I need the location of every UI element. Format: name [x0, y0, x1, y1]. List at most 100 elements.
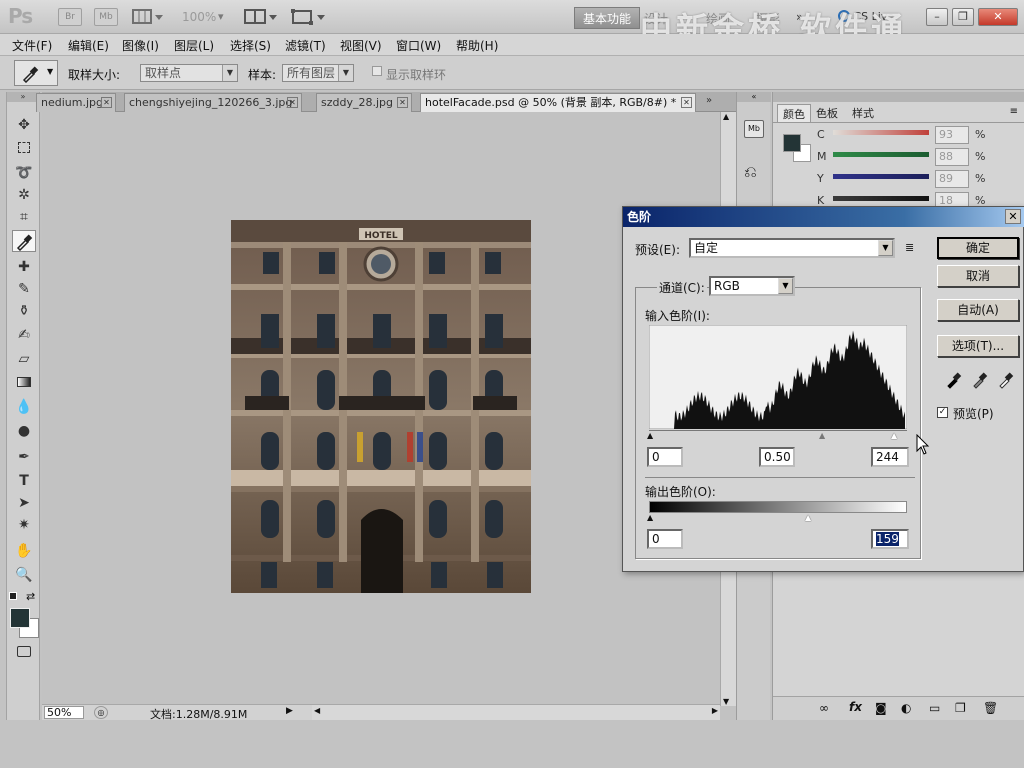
menu-filter[interactable]: 滤镜(T) — [285, 37, 326, 54]
foreground-color-swatch[interactable] — [10, 608, 30, 628]
dialog-title-bar[interactable]: 色阶 — [623, 207, 1024, 227]
menu-view[interactable]: 视图(V) — [340, 37, 382, 54]
clone-stamp-tool-icon[interactable]: ⚱ — [12, 300, 36, 322]
view-extras-icon[interactable] — [132, 8, 164, 28]
sample-size-select[interactable]: 取样点 ▼ — [140, 64, 238, 82]
gray-eyedropper-icon[interactable] — [971, 371, 989, 389]
pen-tool-icon[interactable]: ✒ — [12, 446, 36, 468]
ok-button[interactable]: 确定 — [937, 237, 1019, 259]
close-icon[interactable]: ✕ — [681, 97, 692, 108]
new-layer-icon[interactable]: ❐ — [955, 701, 966, 715]
preset-select[interactable]: 自定 ▼ — [689, 238, 895, 258]
close-icon[interactable]: ✕ — [397, 97, 408, 108]
magenta-slider[interactable] — [833, 152, 929, 157]
healing-brush-tool-icon[interactable]: ✚ — [12, 256, 36, 278]
panel-menu-icon[interactable]: ≡ — [1010, 106, 1018, 117]
show-ring-checkbox[interactable] — [372, 66, 382, 76]
menu-layer[interactable]: 图层(L) — [174, 37, 214, 54]
options-button[interactable]: 选项(T)... — [937, 335, 1019, 357]
minimize-button[interactable]: – — [926, 8, 948, 26]
magenta-value[interactable]: 88 — [935, 148, 969, 166]
arrange-documents-icon[interactable] — [244, 8, 278, 28]
cancel-button[interactable]: 取消 — [937, 265, 1019, 287]
mini-bridge-icon[interactable]: Mb — [94, 8, 118, 26]
close-icon[interactable]: ✕ — [287, 97, 298, 108]
input-gamma-handle[interactable]: ▲ — [819, 431, 825, 440]
tab-styles[interactable]: 样式 — [847, 104, 879, 122]
menu-window[interactable]: 窗口(W) — [396, 37, 441, 54]
menu-edit[interactable]: 编辑(E) — [68, 37, 109, 54]
close-window-button[interactable]: ✕ — [978, 8, 1018, 26]
output-white-handle[interactable]: ▲ — [805, 513, 811, 522]
blur-tool-icon[interactable]: 💧 — [12, 396, 36, 418]
menu-file[interactable]: 文件(F) — [12, 37, 52, 54]
sample-select[interactable]: 所有图层 ▼ — [282, 64, 354, 82]
eraser-tool-icon[interactable]: ▱ — [12, 348, 36, 370]
foreground-color-swatch[interactable] — [783, 134, 801, 152]
tab-swatches[interactable]: 色板 — [811, 104, 843, 122]
eyedropper-tool-icon[interactable] — [12, 230, 36, 252]
tab-document-active[interactable]: hotelFacade.psd @ 50% (背景 副本, RGB/8#) * … — [420, 93, 696, 112]
history-brush-tool-icon[interactable]: ✍ — [12, 324, 36, 346]
cyan-slider[interactable] — [833, 130, 929, 135]
zoom-field[interactable]: 50% — [44, 706, 84, 719]
tab-document[interactable]: nedium.jpg ✕ — [36, 93, 116, 112]
dialog-close-button[interactable]: ✕ — [1005, 209, 1021, 224]
menu-image[interactable]: 图像(I) — [122, 37, 159, 54]
yellow-value[interactable]: 89 — [935, 170, 969, 188]
input-white-point-handle[interactable]: ▲ — [891, 431, 897, 440]
horizontal-scrollbar[interactable]: ◀ ▶ — [312, 704, 720, 720]
bridge-icon[interactable]: Br — [58, 8, 82, 26]
channel-select[interactable]: RGB ▼ — [709, 276, 795, 296]
status-info-icon[interactable]: ◎ — [94, 706, 108, 719]
scroll-up-icon[interactable]: ▲ — [723, 112, 729, 121]
brush-tool-icon[interactable]: ✎ — [12, 278, 36, 300]
input-black-field[interactable]: 0 — [647, 447, 683, 467]
yellow-slider[interactable] — [833, 174, 929, 179]
screen-mode-icon[interactable] — [290, 8, 326, 28]
type-tool-icon[interactable]: T — [12, 470, 36, 492]
tool-preset-picker[interactable]: ▼ — [14, 60, 58, 86]
crop-tool-icon[interactable]: ⌗ — [12, 206, 36, 228]
workspace-essentials-button[interactable]: 基本功能 — [574, 7, 641, 29]
scroll-left-icon[interactable]: ◀ — [314, 706, 320, 715]
adjustment-layer-icon[interactable]: ◐ — [901, 701, 911, 715]
history-panel-icon[interactable]: ⎌ — [744, 162, 757, 182]
scroll-right-icon[interactable]: ▶ — [712, 706, 718, 715]
tab-document[interactable]: szddy_28.jpg ✕ — [316, 93, 412, 112]
input-gamma-field[interactable]: 0.50 — [759, 447, 795, 467]
quick-mask-icon[interactable] — [12, 642, 36, 664]
move-tool-icon[interactable]: ✥ — [12, 114, 36, 136]
group-layers-icon[interactable]: ▭ — [929, 701, 940, 715]
white-eyedropper-icon[interactable] — [997, 371, 1015, 389]
mini-bridge-panel-icon[interactable]: Mb — [744, 120, 764, 138]
menu-help[interactable]: 帮助(H) — [456, 37, 498, 54]
collapse-panel-icon[interactable]: » — [7, 92, 39, 102]
tab-color[interactable]: 颜色 — [777, 104, 811, 122]
zoom-level-select[interactable]: 100% — [182, 10, 216, 30]
delete-layer-icon[interactable]: 🗑 — [983, 701, 998, 715]
gradient-tool-icon[interactable] — [12, 372, 36, 394]
more-tabs-icon[interactable]: » — [706, 95, 712, 106]
collapse-panel-icon[interactable]: « — [737, 92, 771, 102]
menu-select[interactable]: 选择(S) — [230, 37, 271, 54]
zoom-tool-icon[interactable]: 🔍 — [12, 564, 36, 586]
link-layers-icon[interactable]: ∞ — [819, 701, 829, 715]
marquee-tool-icon[interactable] — [12, 138, 36, 160]
black-eyedropper-icon[interactable] — [945, 371, 963, 389]
magic-wand-tool-icon[interactable]: ✲ — [12, 184, 36, 206]
default-colors-icon[interactable] — [9, 592, 17, 600]
scroll-down-icon[interactable]: ▼ — [723, 697, 729, 706]
layer-style-icon[interactable]: fx — [849, 700, 862, 714]
close-icon[interactable]: ✕ — [101, 97, 112, 108]
dodge-tool-icon[interactable]: ● — [12, 420, 36, 442]
preview-checkbox[interactable]: ✓ — [937, 407, 948, 418]
tab-document[interactable]: chengshiyejing_120266_3.jpg ✕ — [124, 93, 302, 112]
path-selection-tool-icon[interactable]: ➤ — [12, 492, 36, 514]
swap-colors-icon[interactable]: ⇄ — [26, 590, 35, 603]
output-black-field[interactable]: 0 — [647, 529, 683, 549]
output-white-field[interactable]: 159 — [871, 529, 909, 549]
restore-button[interactable]: ❐ — [952, 8, 974, 26]
input-white-field[interactable]: 244 — [871, 447, 909, 467]
preset-options-icon[interactable]: ≣ — [905, 241, 914, 254]
